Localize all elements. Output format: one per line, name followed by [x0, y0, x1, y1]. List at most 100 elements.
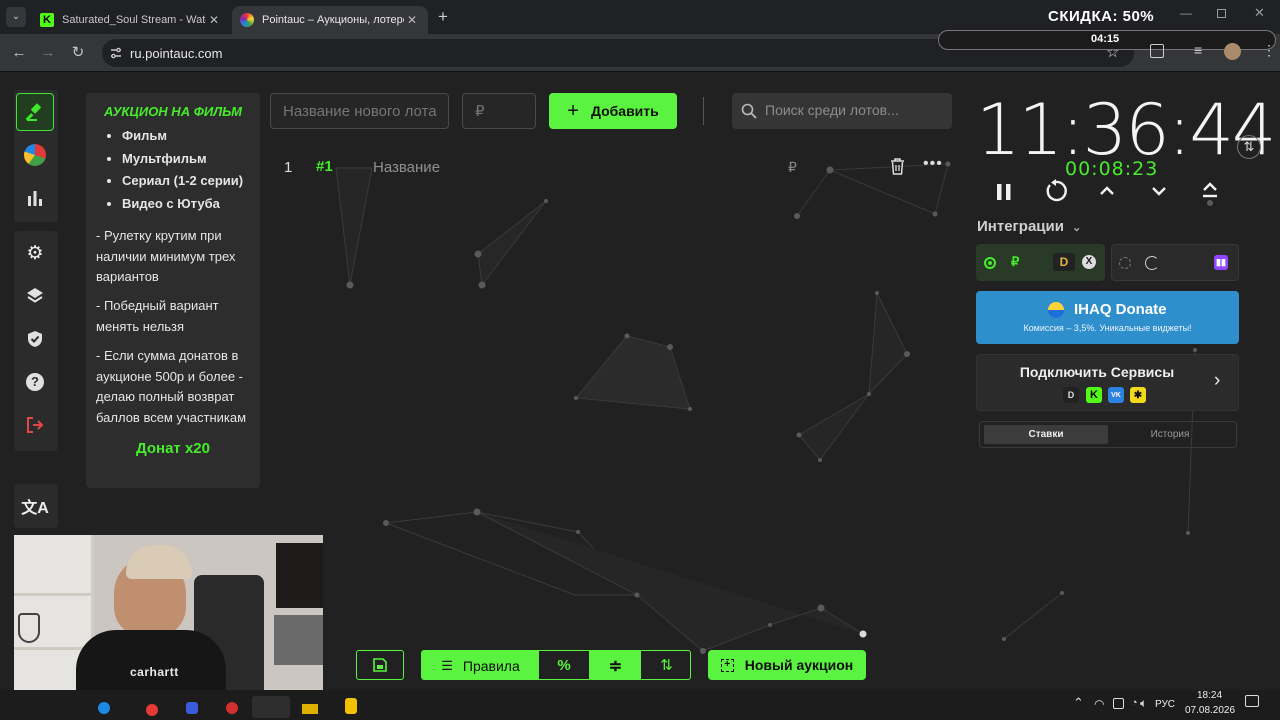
taskbar-app-icon-active[interactable]	[252, 696, 290, 718]
tray-app-icon[interactable]	[1113, 698, 1124, 709]
tab-list-menu-button[interactable]: ⌄	[6, 7, 26, 27]
help-icon: ?	[26, 373, 44, 391]
extensions-icon[interactable]	[1150, 44, 1164, 58]
chevron-right-icon: ›	[1214, 370, 1221, 391]
notifications-icon[interactable]	[1245, 695, 1259, 707]
add-lot-button[interactable]: + Добавить	[549, 93, 677, 129]
sidebar-item-layers[interactable]	[16, 277, 54, 315]
maximize-button[interactable]	[1217, 9, 1226, 18]
trash-icon[interactable]	[890, 158, 905, 175]
chevron-down-icon	[1152, 187, 1166, 196]
new-tab-button[interactable]: +	[434, 8, 452, 26]
lot-amount-currency[interactable]: ₽	[788, 159, 797, 176]
sort-button[interactable]: ⇅	[641, 651, 690, 679]
wall-logo-image	[18, 613, 40, 643]
status-radio-on[interactable]	[984, 257, 996, 269]
subtract-time-button[interactable]	[1150, 183, 1168, 199]
avatar[interactable]	[1224, 43, 1241, 60]
tray-clock-time[interactable]: 18:24	[1197, 690, 1222, 701]
tray-network-icon[interactable]: ◠	[1094, 697, 1104, 711]
boosty-icon: ✱	[1130, 387, 1146, 403]
sidebar-item-auction[interactable]	[16, 93, 54, 131]
sidebar-main-group	[14, 90, 58, 222]
taskbar-app-icon[interactable]	[302, 704, 318, 714]
lot-name-input[interactable]	[270, 93, 449, 129]
forward-button[interactable]: →	[38, 43, 58, 63]
rules-button[interactable]: ☰ Правила	[422, 651, 539, 679]
search-placeholder: Поиск среди лотов...	[765, 102, 899, 118]
lot-amount-input[interactable]	[462, 93, 536, 129]
close-icon[interactable]: ✕	[404, 13, 420, 27]
new-auction-button[interactable]: + Новый аукцион	[708, 650, 866, 680]
lot-search-field[interactable]: Поиск среди лотов...	[732, 93, 952, 129]
sidebar-item-settings[interactable]: ⚙	[16, 234, 54, 272]
tab-history[interactable]: История	[1108, 425, 1232, 444]
lot-name-field[interactable]: Название	[373, 159, 440, 176]
align-button[interactable]: ≑	[590, 651, 641, 679]
close-window-button[interactable]: ✕	[1254, 5, 1265, 21]
percent-icon: %	[557, 657, 571, 674]
taskbar-app-icon[interactable]	[146, 704, 158, 716]
sidebar-item-help[interactable]: ?	[16, 363, 54, 401]
taskbar-app-icon[interactable]	[226, 702, 238, 714]
tab-saturated-soul[interactable]: K Saturated_Soul Stream - Watch ✕	[32, 6, 230, 34]
tab-title: Saturated_Soul Stream - Watch	[62, 14, 206, 26]
minimize-button[interactable]: —	[1180, 6, 1194, 20]
poster-image	[274, 615, 323, 665]
more-options-icon[interactable]: •••	[923, 155, 943, 173]
status-radio-off[interactable]	[1119, 257, 1131, 269]
tray-clock-date[interactable]: 07.08.2026	[1185, 705, 1235, 716]
browser-tab-bar: ⌄ K Saturated_Soul Stream - Watch ✕ Poin…	[0, 0, 1280, 34]
sidebar-item-language[interactable]: 文A	[16, 487, 54, 525]
tray-wifi-icon[interactable]: ◔	[1131, 697, 1138, 709]
pause-button[interactable]	[995, 182, 1013, 202]
sidebar-item-security[interactable]	[16, 320, 54, 358]
media-controls-icon[interactable]: ≡	[1194, 42, 1202, 58]
reload-button[interactable]: ↻	[68, 43, 88, 63]
double-time-button[interactable]	[1201, 181, 1219, 201]
chevron-double-up-icon	[1203, 182, 1217, 198]
ihaq-donate-banner[interactable]: IHAQ Donate Комиссия – 3,5%. Уникальные …	[976, 291, 1239, 344]
pause-icon	[997, 184, 1011, 200]
tab-title: Pointauc – Аукционы, лотереи	[262, 14, 404, 26]
integration-group-active[interactable]: ₽ D X	[976, 244, 1105, 281]
rules-paragraph: - Победный вариант менять нельзя	[96, 298, 219, 334]
sidebar-item-wheel[interactable]	[16, 136, 54, 174]
translate-icon: 文A	[21, 500, 49, 517]
windows-taskbar: ⌃ ◠ ◔ 🔈︎ РУС 18:24 07.08.2026	[0, 690, 1280, 720]
taskbar-app-icon[interactable]	[98, 702, 110, 714]
list-item: Мультфильм	[122, 148, 250, 171]
rules-title: АУКЦИОН НА ФИЛЬМ	[104, 104, 242, 119]
lot-id-badge: #1	[316, 158, 333, 175]
donatex-icon: X	[1082, 255, 1096, 269]
rules-button-label: Правила	[462, 658, 520, 674]
list-item: Фильм	[122, 125, 250, 148]
tray-volume-icon[interactable]: 🔈︎	[1140, 696, 1147, 711]
shelf-divider	[14, 593, 94, 596]
tab-bids[interactable]: Ставки	[984, 425, 1108, 444]
tray-expand-icon[interactable]: ⌃	[1073, 695, 1084, 711]
browser-menu-icon[interactable]: ⋮	[1262, 42, 1276, 59]
close-icon[interactable]: ✕	[206, 13, 222, 27]
taskbar-app-icon[interactable]	[186, 702, 198, 714]
save-button[interactable]	[356, 650, 404, 680]
table-row[interactable]: 1 #1 Название ₽ •••	[270, 153, 954, 181]
taskbar-pin-icon[interactable]	[345, 698, 357, 714]
back-button[interactable]: ←	[9, 43, 29, 63]
list-item: Сериал (1-2 серии)	[122, 170, 250, 193]
donationalerts-icon: D	[1063, 387, 1079, 403]
integrations-toggle[interactable]: Интеграции ⌄	[977, 218, 1081, 235]
sidebar-item-logout[interactable]	[16, 406, 54, 444]
connect-services-button[interactable]: Подключить Сервисы D K VK ✱ ›	[976, 354, 1239, 411]
sidebar-secondary-group: ⚙ ?	[14, 231, 58, 451]
new-auction-icon: +	[720, 658, 734, 672]
percent-button[interactable]: %	[539, 651, 590, 679]
integration-group-inactive[interactable]: ▮▮	[1111, 244, 1239, 281]
site-settings-icon[interactable]	[109, 46, 123, 60]
swap-timer-button[interactable]: ⇅	[1237, 135, 1261, 159]
sidebar-item-statistics[interactable]	[16, 179, 54, 217]
restart-button[interactable]	[1044, 179, 1068, 203]
tab-pointauc[interactable]: Pointauc – Аукционы, лотереи ✕	[232, 6, 428, 34]
tray-language[interactable]: РУС	[1155, 699, 1175, 710]
add-time-button[interactable]	[1098, 183, 1116, 199]
